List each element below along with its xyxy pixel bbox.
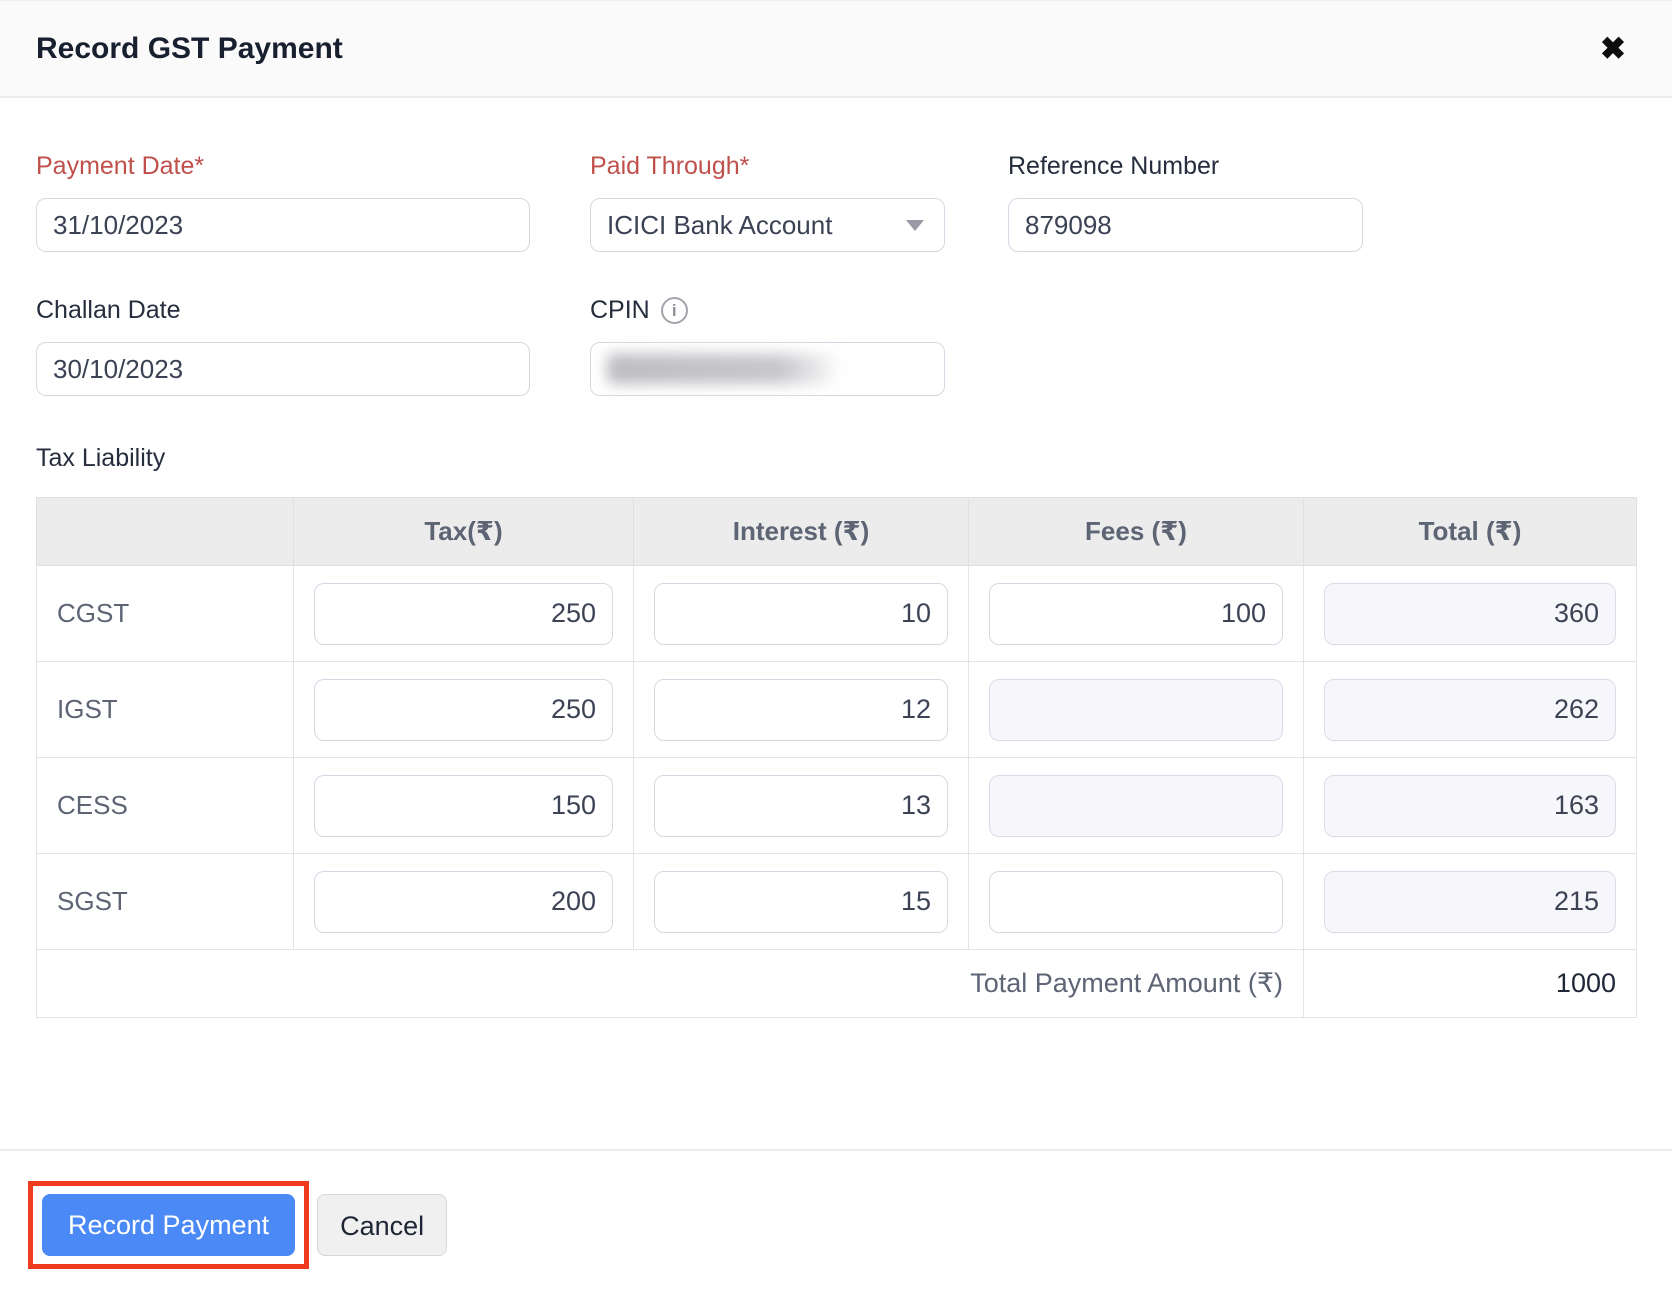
payment-date-input[interactable] — [36, 198, 530, 252]
total-payment-amount-value: 1000 — [1304, 950, 1637, 1018]
total-payment-amount-label: Total Payment Amount (₹) — [37, 950, 1304, 1018]
row-label-cess: CESS — [37, 758, 294, 854]
cancel-button[interactable]: Cancel — [317, 1194, 447, 1256]
sgst-interest-input[interactable] — [654, 871, 948, 933]
cpin-group: CPIN i — [590, 296, 945, 396]
reference-number-label: Reference Number — [1008, 152, 1363, 181]
cgst-tax-input[interactable] — [314, 583, 613, 645]
igst-interest-input[interactable] — [654, 679, 948, 741]
row-label-sgst: SGST — [37, 854, 294, 950]
sgst-tax-input[interactable] — [314, 871, 613, 933]
payment-date-label: Payment Date* — [36, 152, 530, 181]
sgst-fees-input[interactable] — [989, 871, 1283, 933]
record-payment-highlight-box: Record Payment — [28, 1181, 309, 1269]
column-header-interest: Interest (₹) — [634, 498, 969, 566]
column-header-blank — [37, 498, 294, 566]
row-label-igst: IGST — [37, 662, 294, 758]
column-header-tax: Tax(₹) — [294, 498, 634, 566]
igst-total-input — [1324, 679, 1616, 741]
challan-date-input[interactable] — [36, 342, 530, 396]
cpin-label: CPIN i — [590, 296, 945, 325]
cpin-label-text: CPIN — [590, 296, 650, 325]
table-header-row: Tax(₹) Interest (₹) Fees (₹) Total (₹) — [37, 498, 1637, 566]
cgst-interest-input[interactable] — [654, 583, 948, 645]
challan-date-label: Challan Date — [36, 296, 530, 325]
cgst-total-input — [1324, 583, 1616, 645]
igst-fees-input — [989, 679, 1283, 741]
column-header-fees: Fees (₹) — [969, 498, 1304, 566]
tax-liability-section-label: Tax Liability — [36, 444, 1636, 473]
paid-through-group: Paid Through* ICICI Bank Account — [590, 152, 945, 252]
chevron-down-icon — [906, 220, 924, 231]
table-row-cess: CESS — [37, 758, 1637, 854]
igst-tax-input[interactable] — [314, 679, 613, 741]
record-gst-payment-dialog: Record GST Payment ✖ Payment Date* Paid … — [0, 0, 1672, 1296]
tax-liability-table: Tax(₹) Interest (₹) Fees (₹) Total (₹) C… — [36, 497, 1637, 1018]
column-header-total: Total (₹) — [1304, 498, 1637, 566]
cgst-fees-input[interactable] — [989, 583, 1283, 645]
payment-date-group: Payment Date* — [36, 152, 530, 252]
paid-through-label: Paid Through* — [590, 152, 945, 181]
dialog-body: Payment Date* Paid Through* ICICI Bank A… — [0, 152, 1672, 1018]
dialog-footer: Record Payment Cancel — [0, 1151, 1672, 1269]
table-row-cgst: CGST — [37, 566, 1637, 662]
challan-date-group: Challan Date — [36, 296, 530, 396]
paid-through-select[interactable]: ICICI Bank Account — [590, 198, 945, 252]
cpin-redacted-value — [607, 354, 837, 384]
table-row-igst: IGST — [37, 662, 1637, 758]
table-row-sgst: SGST — [37, 854, 1637, 950]
cess-total-input — [1324, 775, 1616, 837]
reference-number-group: Reference Number — [1008, 152, 1363, 252]
row-label-cgst: CGST — [37, 566, 294, 662]
paid-through-value: ICICI Bank Account — [607, 210, 832, 241]
reference-number-input[interactable] — [1008, 198, 1363, 252]
close-icon[interactable]: ✖ — [1600, 33, 1626, 64]
cess-tax-input[interactable] — [314, 775, 613, 837]
dialog-header: Record GST Payment ✖ — [0, 1, 1672, 98]
info-icon[interactable]: i — [661, 297, 688, 324]
form-row-2: Challan Date CPIN i — [36, 296, 1636, 396]
cess-fees-input — [989, 775, 1283, 837]
form-row-1: Payment Date* Paid Through* ICICI Bank A… — [36, 152, 1636, 252]
record-payment-button[interactable]: Record Payment — [42, 1194, 295, 1256]
sgst-total-input — [1324, 871, 1616, 933]
dialog-title: Record GST Payment — [36, 32, 343, 66]
table-footer-row: Total Payment Amount (₹) 1000 — [37, 950, 1637, 1018]
cess-interest-input[interactable] — [654, 775, 948, 837]
cpin-input[interactable] — [590, 342, 945, 396]
